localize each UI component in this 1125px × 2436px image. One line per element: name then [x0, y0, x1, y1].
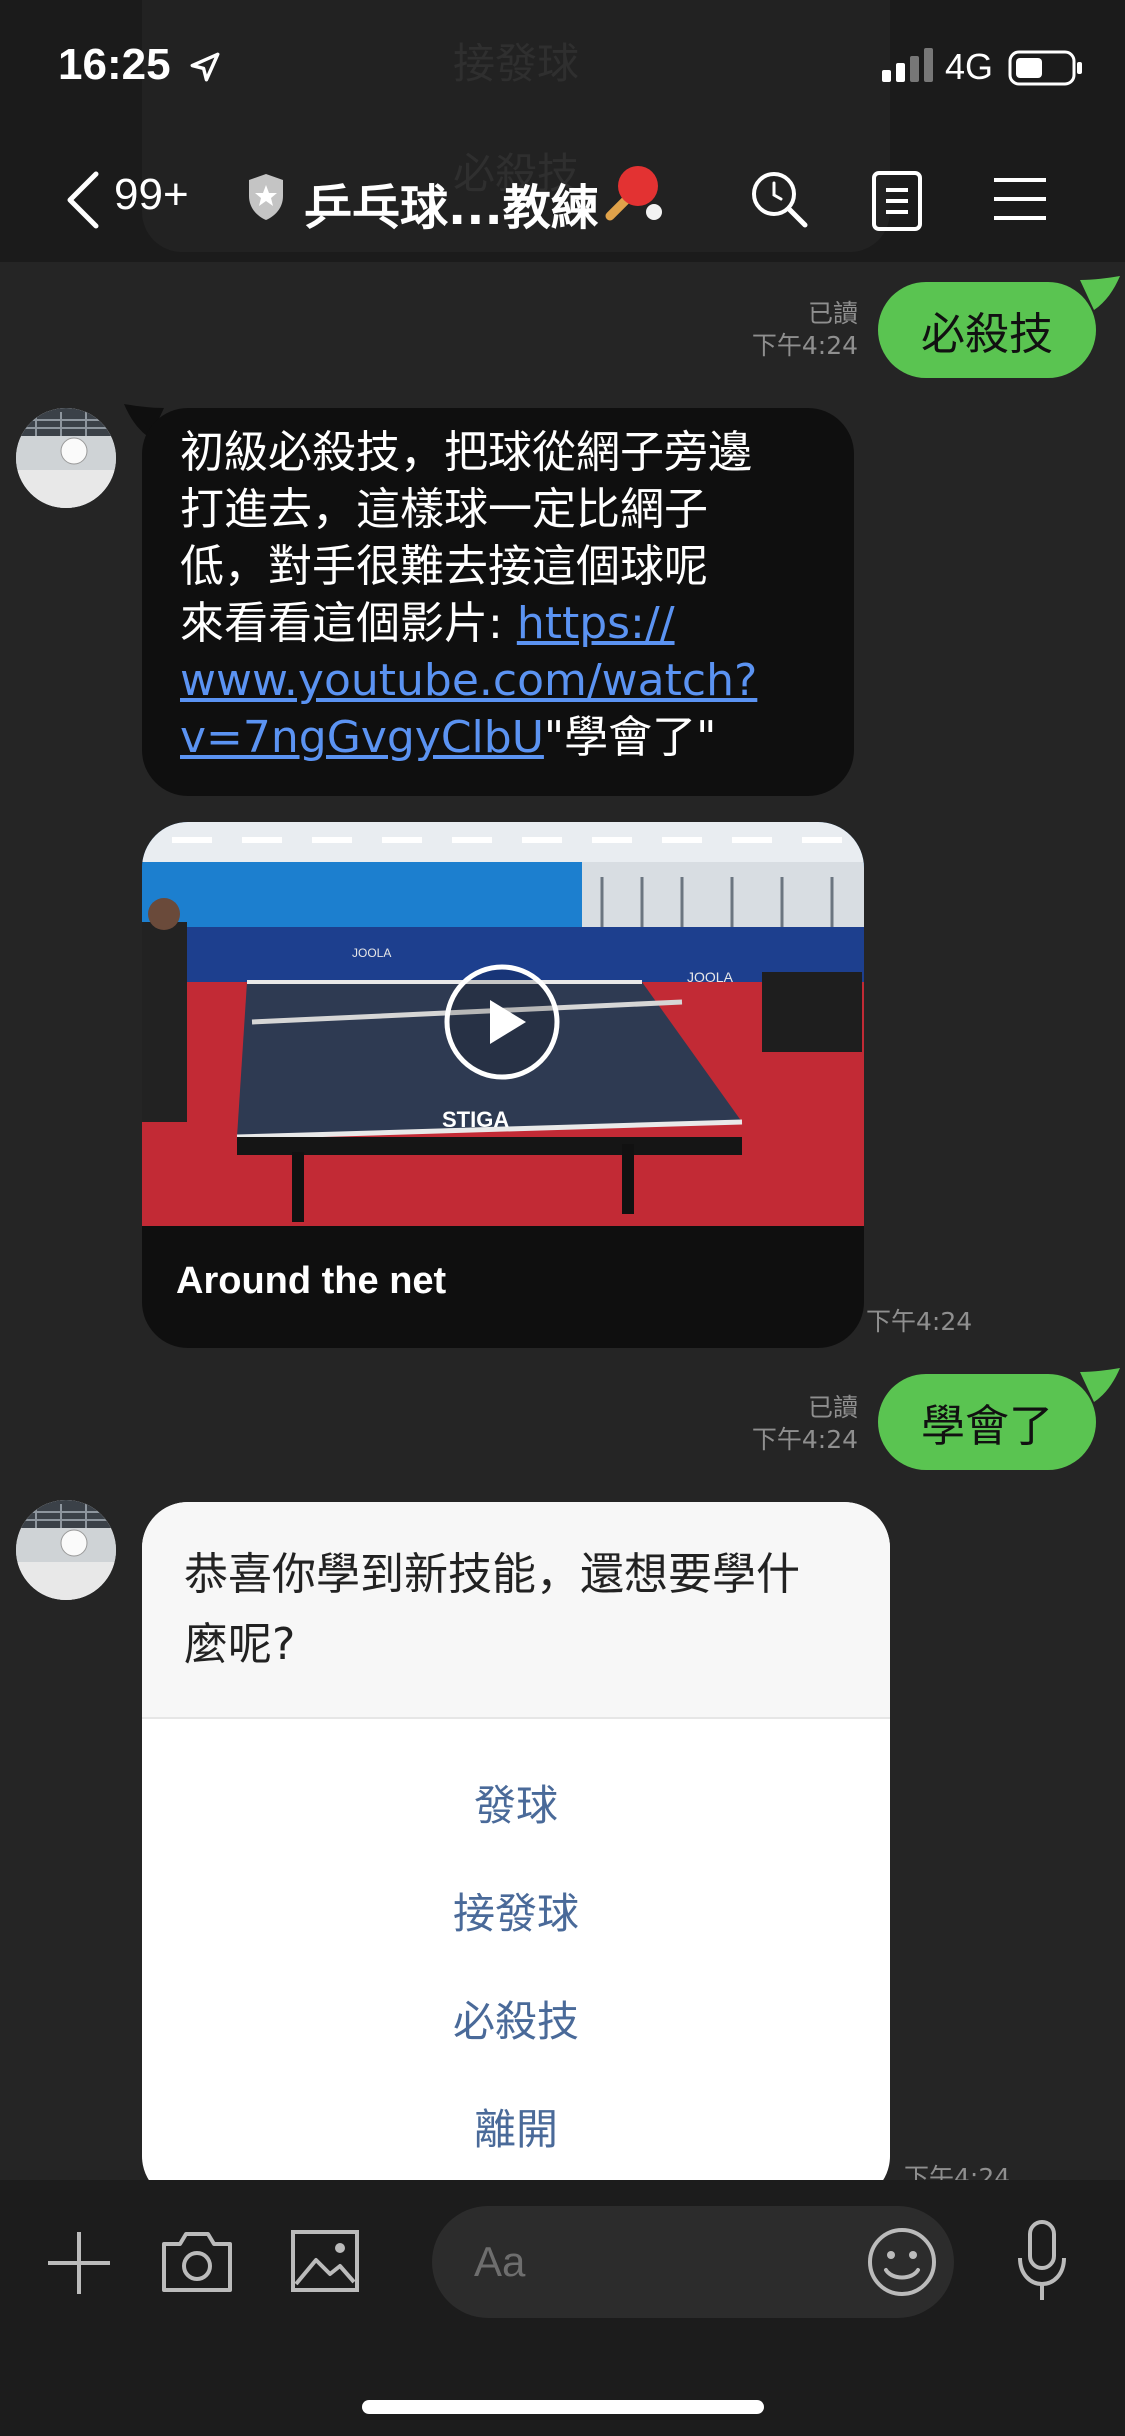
quick-reply-question: 恭喜你學到新技能，還想要學什麼呢?	[184, 1549, 800, 1670]
ping-pong-paddle-icon	[605, 166, 662, 221]
youtube-link[interactable]: www.youtube.com/watch?	[180, 655, 757, 706]
message-text: 必殺技	[921, 309, 1053, 360]
sent-bubble[interactable]: 必殺技	[878, 282, 1096, 378]
network-type: 4G	[945, 46, 994, 87]
message-time: 下午4:24	[751, 1425, 858, 1454]
avatar[interactable]	[16, 1500, 116, 1600]
option-leave-button[interactable]: 離開	[142, 2096, 890, 2157]
video-caption: Around the net	[176, 1260, 447, 1302]
avatar[interactable]	[16, 408, 116, 508]
location-arrow-icon	[190, 52, 220, 82]
avatar-image	[16, 408, 116, 508]
video-card[interactable]: JOOLA JOOLA STIGA Around the net	[142, 822, 864, 1348]
message-text: 學會了	[921, 1401, 1053, 1452]
message-line: 打進去，這樣球一定比網子	[180, 484, 708, 535]
back-chevron-icon[interactable]	[62, 170, 102, 230]
message-line: 來看看這個影片:	[180, 598, 517, 649]
status-time: 16:25	[58, 40, 171, 89]
divider	[142, 1717, 890, 1719]
option-killer-shot-button[interactable]: 必殺技	[142, 1988, 890, 2049]
image-icon[interactable]	[290, 2228, 360, 2294]
message-time: 下午4:24	[751, 331, 858, 360]
unread-count[interactable]: 99+	[114, 170, 189, 220]
camera-icon[interactable]	[160, 2228, 234, 2294]
message-meta: 已讀 下午4:24	[700, 298, 858, 362]
status-bar: 16:25 4G	[0, 0, 1125, 130]
notes-icon[interactable]	[870, 170, 926, 232]
svg-text:STIGA: STIGA	[442, 1107, 509, 1132]
avatar-image	[16, 1500, 116, 1600]
play-icon[interactable]	[442, 962, 562, 1082]
option-serve-button[interactable]: 發球	[142, 1772, 890, 1833]
home-indicator	[362, 2400, 764, 2414]
bubble-tail	[1080, 276, 1120, 310]
youtube-link[interactable]: https://	[517, 598, 675, 649]
chat-screen: 接發球 必殺技 16:25 4G 99+ 乒乓球...教練 已讀 下午4:24 …	[0, 0, 1125, 2436]
chat-nav-bar: 99+ 乒乓球...教練	[0, 150, 1125, 250]
shield-star-icon	[249, 174, 283, 220]
svg-text:JOOLA: JOOLA	[352, 946, 391, 960]
microphone-icon[interactable]	[1014, 2218, 1070, 2304]
search-icon[interactable]	[748, 168, 810, 230]
emoji-icon[interactable]	[866, 2226, 938, 2298]
read-receipt: 已讀	[807, 1393, 858, 1422]
sent-bubble[interactable]: 學會了	[878, 1374, 1096, 1470]
chat-title[interactable]: 乒乓球...教練	[304, 168, 599, 238]
battery-icon	[1008, 50, 1082, 86]
quick-reply-header: 恭喜你學到新技能，還想要學什麼呢?	[142, 1502, 890, 1717]
message-time: 下午4:24	[866, 1307, 973, 1336]
message-text: 初級必殺技，把球從網子旁邊 打進去，這樣球一定比網子 低，對手很難去接這個球呢 …	[180, 424, 820, 766]
signal-bars-icon	[882, 48, 933, 82]
plus-icon[interactable]	[44, 2228, 114, 2298]
youtube-link[interactable]: v=7ngGvgyClbU	[180, 712, 544, 763]
message-line: 低，對手很難去接這個球呢	[180, 541, 708, 592]
read-receipt: 已讀	[807, 299, 858, 328]
message-input-bar	[0, 2180, 1125, 2436]
message-line: 初級必殺技，把球從網子旁邊	[180, 427, 752, 478]
hamburger-menu-icon[interactable]	[992, 176, 1048, 222]
quick-reply-card: 恭喜你學到新技能，還想要學什麼呢? 發球 接發球 必殺技 離開	[142, 1502, 890, 2202]
received-bubble[interactable]: 初級必殺技，把球從網子旁邊 打進去，這樣球一定比網子 低，對手很難去接這個球呢 …	[142, 408, 854, 796]
message-meta: 已讀 下午4:24	[700, 1392, 858, 1456]
message-suffix: "學會了"	[543, 712, 717, 763]
bubble-tail	[1080, 1368, 1120, 1402]
option-receive-button[interactable]: 接發球	[142, 1880, 890, 1941]
